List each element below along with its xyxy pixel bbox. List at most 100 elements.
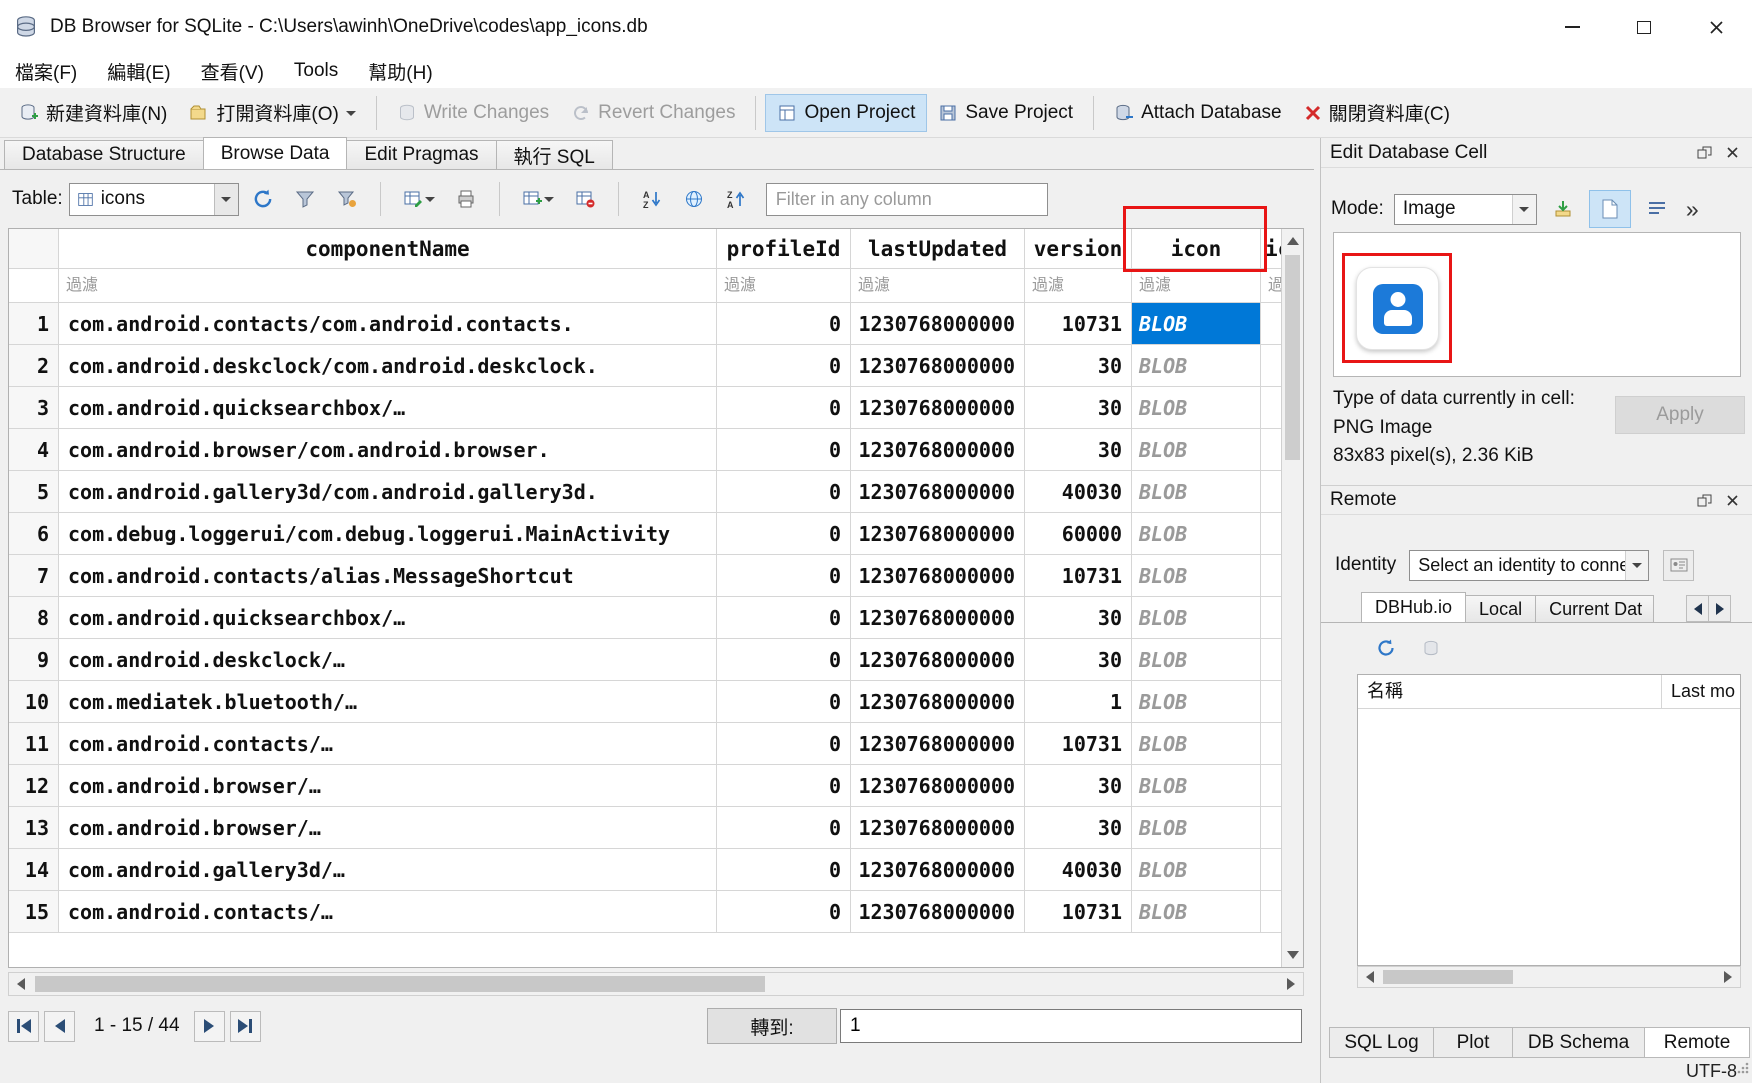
save-project-button[interactable]: Save Project xyxy=(927,95,1084,131)
remote-scrollbar-thumb[interactable] xyxy=(1383,970,1513,984)
scroll-right-button[interactable] xyxy=(1716,967,1740,987)
cell-profileId[interactable]: 0 xyxy=(717,681,851,723)
cell-clipped[interactable] xyxy=(1261,765,1281,807)
table-row[interactable]: 3com.android.quicksearchbox/…01230768000… xyxy=(9,387,1281,429)
import-data-button[interactable] xyxy=(1546,192,1580,226)
sort-desc-button[interactable]: ZA xyxy=(718,181,754,217)
refresh-button[interactable] xyxy=(245,181,281,217)
float-panel-button[interactable] xyxy=(1692,489,1716,511)
cell-clipped[interactable] xyxy=(1261,639,1281,681)
cell-icon[interactable]: BLOB xyxy=(1132,723,1261,765)
table-row[interactable]: 11com.android.contacts/…0123076800000010… xyxy=(9,723,1281,765)
cell-profileId[interactable]: 0 xyxy=(717,807,851,849)
table-row[interactable]: 12com.android.browser/…0123076800000030B… xyxy=(9,765,1281,807)
attach-database-button[interactable]: Attach Database xyxy=(1103,95,1292,131)
cell-componentName[interactable]: com.android.contacts/alias.MessageShortc… xyxy=(59,555,717,597)
table-row[interactable]: 13com.android.browser/…0123076800000030B… xyxy=(9,807,1281,849)
scroll-right-button[interactable] xyxy=(1279,973,1303,995)
filter-componentName[interactable]: 過濾 xyxy=(59,269,717,303)
table-row[interactable]: 4com.android.browser/com.android.browser… xyxy=(9,429,1281,471)
save-filter-button[interactable] xyxy=(329,181,365,217)
cell-version[interactable]: 30 xyxy=(1025,639,1132,681)
menu-help[interactable]: 幫助(H) xyxy=(353,54,447,88)
cell-lastUpdated[interactable]: 1230768000000 xyxy=(851,303,1025,345)
float-panel-button[interactable] xyxy=(1692,142,1716,164)
cell-clipped[interactable] xyxy=(1261,345,1281,387)
filter-profileId[interactable]: 過濾 xyxy=(717,269,851,303)
cell-componentName[interactable]: com.android.quicksearchbox/… xyxy=(59,387,717,429)
close-panel-button[interactable] xyxy=(1720,142,1744,164)
cell-clipped[interactable] xyxy=(1261,681,1281,723)
overflow-chevron-icon[interactable]: » xyxy=(1686,196,1699,223)
mode-select[interactable]: Image xyxy=(1394,194,1537,225)
cell-version[interactable]: 10731 xyxy=(1025,891,1132,933)
apply-button[interactable]: Apply xyxy=(1615,396,1745,434)
cell-clipped[interactable] xyxy=(1261,471,1281,513)
scroll-left-button[interactable] xyxy=(1358,967,1382,987)
cell-version[interactable]: 30 xyxy=(1025,387,1132,429)
cell-componentName[interactable]: com.android.deskclock/com.android.deskcl… xyxy=(59,345,717,387)
image-view-button[interactable] xyxy=(1589,190,1631,228)
cell-icon[interactable]: BLOB xyxy=(1132,891,1261,933)
cell-lastUpdated[interactable]: 1230768000000 xyxy=(851,807,1025,849)
remote-tab-local[interactable]: Local xyxy=(1465,595,1536,622)
cell-componentName[interactable]: com.android.browser/… xyxy=(59,765,717,807)
cell-profileId[interactable]: 0 xyxy=(717,513,851,555)
cell-lastUpdated[interactable]: 1230768000000 xyxy=(851,681,1025,723)
dock-tab-remote[interactable]: Remote xyxy=(1644,1027,1750,1058)
close-button[interactable] xyxy=(1680,0,1752,54)
write-changes-button[interactable]: Write Changes xyxy=(386,95,560,131)
tab-execute-sql[interactable]: 執行 SQL xyxy=(496,140,613,169)
cell-clipped[interactable] xyxy=(1261,387,1281,429)
cell-componentName[interactable]: com.android.contacts/… xyxy=(59,891,717,933)
mode-select-arrow[interactable] xyxy=(1512,195,1536,224)
goto-input[interactable] xyxy=(840,1009,1302,1043)
cell-icon[interactable]: BLOB xyxy=(1132,849,1261,891)
scroll-left-button[interactable] xyxy=(9,973,33,995)
column-header-version[interactable]: version xyxy=(1025,229,1132,269)
cell-profileId[interactable]: 0 xyxy=(717,597,851,639)
word-wrap-button[interactable] xyxy=(1640,192,1674,226)
horizontal-scrollbar-thumb[interactable] xyxy=(35,976,765,992)
column-header-clipped[interactable]: ic xyxy=(1261,229,1281,269)
cell-lastUpdated[interactable]: 1230768000000 xyxy=(851,513,1025,555)
column-header-profileId[interactable]: profileId xyxy=(717,229,851,269)
cell-icon[interactable]: BLOB xyxy=(1132,639,1261,681)
dock-tab-db-schema[interactable]: DB Schema xyxy=(1512,1027,1645,1058)
cell-profileId[interactable]: 0 xyxy=(717,345,851,387)
menu-edit[interactable]: 編輯(E) xyxy=(92,54,185,88)
cell-version[interactable]: 40030 xyxy=(1025,471,1132,513)
cell-componentName[interactable]: com.android.contacts/com.android.contact… xyxy=(59,303,717,345)
new-database-button[interactable]: 新建資料庫(N) xyxy=(8,92,178,133)
menu-file[interactable]: 檔案(F) xyxy=(0,54,92,88)
table-row[interactable]: 9com.android.deskclock/…0123076800000030… xyxy=(9,639,1281,681)
insert-record-button[interactable] xyxy=(515,181,561,217)
cell-componentName[interactable]: com.android.browser/… xyxy=(59,807,717,849)
cell-profileId[interactable]: 0 xyxy=(717,429,851,471)
global-filter-input[interactable] xyxy=(766,183,1048,216)
cell-version[interactable]: 1 xyxy=(1025,681,1132,723)
corner-header[interactable] xyxy=(9,229,59,269)
open-database-button[interactable]: 打開資料庫(O) xyxy=(178,92,366,133)
cell-profileId[interactable]: 0 xyxy=(717,891,851,933)
cell-lastUpdated[interactable]: 1230768000000 xyxy=(851,849,1025,891)
cell-version[interactable]: 40030 xyxy=(1025,849,1132,891)
remote-upload-button[interactable] xyxy=(1415,631,1449,665)
cell-profileId[interactable]: 0 xyxy=(717,639,851,681)
table-row[interactable]: 2com.android.deskclock/com.android.deskc… xyxy=(9,345,1281,387)
table-row[interactable]: 5com.android.gallery3d/com.android.galle… xyxy=(9,471,1281,513)
cell-clipped[interactable] xyxy=(1261,807,1281,849)
cell-icon[interactable]: BLOB xyxy=(1132,429,1261,471)
cell-lastUpdated[interactable]: 1230768000000 xyxy=(851,765,1025,807)
column-header-lastUpdated[interactable]: lastUpdated xyxy=(851,229,1025,269)
cell-lastUpdated[interactable]: 1230768000000 xyxy=(851,345,1025,387)
open-project-button[interactable]: Open Project xyxy=(765,94,927,132)
cell-icon[interactable]: BLOB xyxy=(1132,807,1261,849)
first-page-button[interactable] xyxy=(8,1011,39,1042)
cell-version[interactable]: 30 xyxy=(1025,765,1132,807)
filter-icon[interactable]: 過濾 xyxy=(1132,269,1261,303)
cell-version[interactable]: 10731 xyxy=(1025,303,1132,345)
table-row[interactable]: 7com.android.contacts/alias.MessageShort… xyxy=(9,555,1281,597)
cell-lastUpdated[interactable]: 1230768000000 xyxy=(851,597,1025,639)
identity-settings-button[interactable] xyxy=(1663,550,1694,581)
